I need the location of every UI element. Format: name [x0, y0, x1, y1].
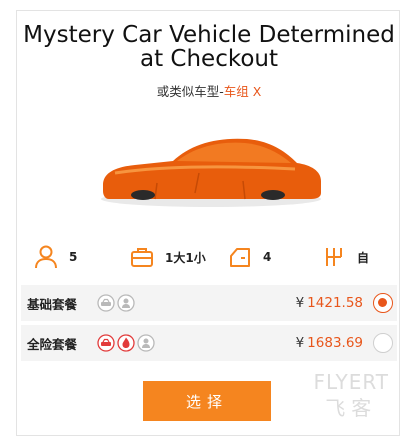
watermark-logo: FLYERT 飞客: [313, 370, 389, 421]
watermark-line2: 飞客: [325, 396, 378, 420]
luggage-spec: 1大1小: [127, 239, 206, 275]
seats-spec: 5: [31, 239, 77, 275]
package-price: ¥1421.58: [296, 295, 363, 311]
gear-shift-icon: [326, 248, 342, 266]
person-icon: [35, 245, 57, 269]
theft-coverage-icon: [117, 294, 135, 312]
car-door-icon: [230, 248, 250, 267]
luggage-value: 1大1小: [165, 250, 206, 265]
vehicle-title: Mystery Car Vehicle Determined at Checko…: [23, 22, 395, 72]
coverage-icons: [97, 294, 135, 312]
price-value: 1683.69: [307, 335, 363, 351]
package-price: ¥1683.69: [296, 335, 363, 351]
vehicle-card: Mystery Car Vehicle Determined at Checko…: [16, 10, 400, 436]
price-value: 1421.58: [307, 295, 363, 311]
select-button[interactable]: 选择: [143, 381, 271, 421]
covered-car-image: [101, 138, 321, 207]
suitcase-icon: [131, 248, 153, 267]
package-name: 全险套餐: [27, 336, 78, 352]
watermark-line1: FLYERT: [313, 370, 389, 394]
fire-coverage-icon: [117, 334, 135, 352]
doors-value: 4: [263, 250, 272, 264]
package-row-full[interactable]: 全险套餐 ¥1683.69: [21, 325, 397, 361]
coverage-icons: [97, 334, 155, 352]
package-row-basic[interactable]: 基础套餐 ¥1421.58: [21, 285, 397, 321]
package-radio-selected[interactable]: [373, 293, 393, 313]
similar-model-label: 或类似车型-: [156, 84, 224, 99]
package-radio[interactable]: [373, 333, 393, 353]
package-name: 基础套餐: [27, 296, 78, 312]
doors-spec: 4: [225, 239, 271, 275]
transmission-value: 自: [357, 250, 370, 265]
car-group-label: 车组 X: [223, 84, 262, 99]
vehicle-specs: 5 1大1小 4 自: [17, 239, 401, 275]
vehicle-subtitle: 或类似车型-车组 X: [17, 81, 401, 100]
transmission-spec: 自: [319, 239, 369, 275]
currency-symbol: ¥: [295, 295, 305, 311]
collision-coverage-icon: [97, 294, 115, 312]
collision-coverage-icon: [97, 334, 115, 352]
theft-coverage-icon: [137, 334, 155, 352]
seats-value: 5: [69, 250, 78, 264]
currency-symbol: ¥: [295, 335, 305, 351]
